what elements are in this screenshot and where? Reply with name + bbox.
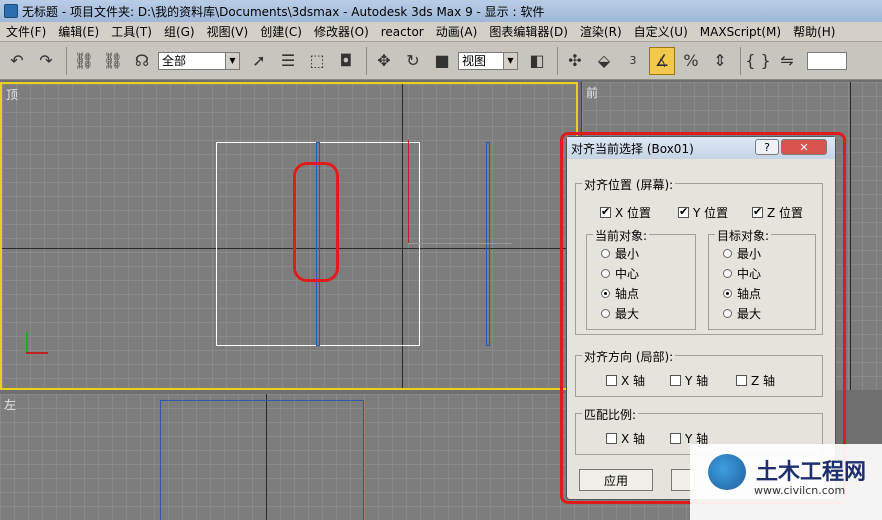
- gizmo-x-axis: [408, 243, 512, 244]
- bind-spacewarp-icon[interactable]: ☊: [129, 47, 155, 75]
- redo-icon[interactable]: ↷: [33, 47, 59, 75]
- site-name: 土木工程网: [756, 460, 867, 485]
- box-object-outline[interactable]: [160, 400, 364, 520]
- toolbar-separator: [366, 46, 367, 75]
- site-url: www.civilcn.com: [754, 484, 846, 497]
- named-selection-set-field[interactable]: [807, 51, 847, 70]
- menu-create[interactable]: 创建(C): [254, 23, 308, 40]
- app-icon[interactable]: [4, 4, 18, 18]
- viewport-top[interactable]: 顶: [0, 82, 578, 390]
- menu-graph-editors[interactable]: 图表编辑器(D): [483, 23, 574, 40]
- pivot-icon[interactable]: ◧: [524, 47, 550, 75]
- unlink-icon[interactable]: ⛓: [100, 47, 126, 75]
- title-bar: 无标题 - 项目文件夹: D:\我的资料库\Documents\3dsmax -…: [0, 0, 882, 22]
- axis-tripod-icon: [22, 330, 52, 360]
- menu-maxscript[interactable]: MAXScript(M): [694, 25, 787, 39]
- select-icon[interactable]: ➚: [246, 47, 272, 75]
- select-manipulate-icon[interactable]: ✣: [562, 47, 588, 75]
- menu-customize[interactable]: 自定义(U): [628, 23, 694, 40]
- selection-filter-dropdown[interactable]: 全部 ▼: [158, 51, 240, 70]
- menu-group[interactable]: 组(G): [158, 23, 201, 40]
- viewport-front-label[interactable]: 前: [586, 84, 598, 101]
- spinner-snap-icon[interactable]: ⇕: [707, 47, 733, 75]
- chevron-down-icon: ▼: [225, 52, 239, 69]
- viewport-left-label[interactable]: 左: [4, 396, 16, 413]
- menu-animation[interactable]: 动画(A): [430, 23, 484, 40]
- rotate-icon[interactable]: ↻: [400, 47, 426, 75]
- toolbar-separator: [557, 46, 558, 75]
- undo-icon[interactable]: ↶: [4, 47, 30, 75]
- window-title: 无标题 - 项目文件夹: D:\我的资料库\Documents\3dsmax -…: [22, 4, 545, 19]
- snap-3d-label: 3: [629, 54, 637, 67]
- selection-filter-value: 全部: [162, 54, 187, 68]
- chevron-down-icon: ▼: [503, 52, 517, 69]
- main-toolbar: ↶ ↷ ⛓ ⛓ ☊ 全部 ▼ ➚ ☰ ⬚ ◘ ✥ ↻ ■ 视图 ▼ ◧ ✣ ⬙ …: [0, 42, 882, 80]
- menu-modifiers[interactable]: 修改器(O): [308, 23, 375, 40]
- ref-coord-value: 视图: [462, 54, 487, 68]
- target-thin-box[interactable]: [486, 142, 490, 346]
- menu-bar: 文件(F) 编辑(E) 工具(T) 组(G) 视图(V) 创建(C) 修改器(O…: [0, 22, 882, 42]
- ref-coord-dropdown[interactable]: 视图 ▼: [458, 51, 518, 70]
- menu-views[interactable]: 视图(V): [201, 23, 255, 40]
- angle-snap-icon[interactable]: ∡: [649, 46, 675, 75]
- site-logo-icon: [708, 454, 746, 490]
- viewport-top-label[interactable]: 顶: [6, 86, 18, 103]
- scale-icon[interactable]: ■: [429, 47, 455, 75]
- menu-file[interactable]: 文件(F): [0, 23, 52, 40]
- mirror-icon[interactable]: ⇋: [774, 47, 800, 75]
- link-icon[interactable]: ⛓: [71, 47, 97, 75]
- gizmo-y-axis: [408, 140, 409, 244]
- select-by-name-icon[interactable]: ☰: [275, 47, 301, 75]
- move-icon[interactable]: ✥: [371, 47, 397, 75]
- site-watermark: 土木工程网 www.civilcn.com: [690, 444, 882, 520]
- menu-tools[interactable]: 工具(T): [105, 23, 158, 40]
- window-crossing-icon[interactable]: ◘: [333, 47, 359, 75]
- grid-axis-vertical: [850, 82, 851, 390]
- keyboard-shortcut-icon[interactable]: ⬙: [591, 47, 617, 75]
- highlight-selected-box: [293, 162, 339, 282]
- menu-help[interactable]: 帮助(H): [787, 23, 841, 40]
- rect-region-icon[interactable]: ⬚: [304, 47, 330, 75]
- menu-edit[interactable]: 编辑(E): [52, 23, 105, 40]
- snap-3d-icon[interactable]: 3: [620, 47, 646, 75]
- toolbar-separator: [66, 46, 67, 75]
- percent-snap-label: %: [683, 51, 699, 70]
- percent-snap-icon[interactable]: %: [678, 47, 704, 75]
- menu-reactor[interactable]: reactor: [375, 25, 430, 39]
- toolbar-separator: [740, 46, 741, 75]
- named-selection-icon[interactable]: { }: [745, 47, 771, 75]
- menu-rendering[interactable]: 渲染(R): [574, 23, 628, 40]
